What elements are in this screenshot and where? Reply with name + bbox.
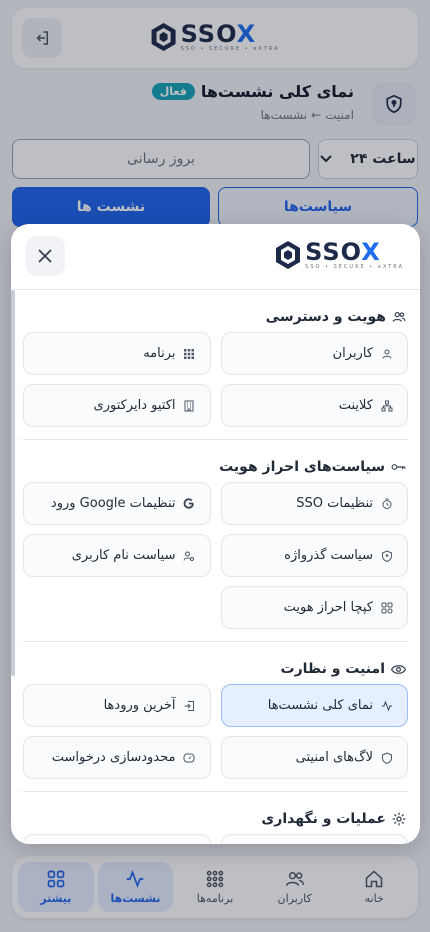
- section-auth-policies: سیاست‌های احراز هویت: [23, 452, 408, 482]
- menu-item-label: کاربران: [332, 346, 373, 361]
- eye-icon: [391, 663, 406, 676]
- sheet-brand-logo: SSOX SSO • SECURE • eXTRA: [275, 240, 404, 270]
- menu-item-label: تنظیمات Google ورود: [50, 496, 176, 511]
- scrollbar[interactable]: [11, 290, 15, 676]
- menu-item-label: آخرین ورودها: [103, 698, 176, 713]
- menu-item-partial[interactable]: [220, 834, 408, 844]
- menu-item-label: اکتیو دایرکتوری: [93, 398, 176, 413]
- sheet-header: SSOX SSO • SECURE • eXTRA: [11, 224, 420, 290]
- menu-item-users[interactable]: کاربران: [220, 332, 408, 375]
- shield-icon: [380, 751, 393, 764]
- close-button[interactable]: [25, 236, 65, 276]
- gear-icon: [392, 812, 406, 826]
- captcha-icon: [380, 601, 393, 614]
- menu-item-label: کپچا احراز هویت: [283, 600, 373, 615]
- section-identity-access: هویت و دسترسی: [23, 302, 408, 332]
- menu-item-sso-settings[interactable]: تنظیمات SSO: [220, 482, 408, 525]
- key-icon: [391, 460, 406, 474]
- menu-item-partial[interactable]: [23, 834, 211, 844]
- menu-item-label: نمای کلی نشست‌ها: [267, 698, 373, 713]
- user-icon: [380, 347, 393, 360]
- shield-icon: [380, 549, 393, 562]
- user-gear-icon: [183, 549, 196, 562]
- menu-item-label: لاگ‌های امنیتی: [295, 750, 373, 765]
- section-items: کاربران برنامه کلاینت اکتیو دایرکتوری: [23, 332, 408, 440]
- menu-item-captcha[interactable]: کپچا احراز هویت: [220, 586, 408, 629]
- sheet-brand-tagline: SSO • SECURE • eXTRA: [305, 264, 404, 270]
- section-items: نمای کلی نشست‌ها آخرین ورودها لاگ‌های ام…: [23, 684, 408, 792]
- menu-item-label: سیاست نام کاربری: [71, 548, 176, 563]
- menu-item-sessions-overview[interactable]: نمای کلی نشست‌ها: [220, 684, 408, 727]
- menu-item-label: کلاینت: [338, 398, 373, 413]
- gauge-icon: [183, 751, 196, 764]
- section-title-text: هویت و دسترسی: [265, 309, 386, 325]
- building-icon: [183, 399, 196, 412]
- section-title-text: سیاست‌های احراز هویت: [219, 459, 385, 475]
- activity-icon: [380, 699, 393, 712]
- menu-item-label: تنظیمات SSO: [296, 496, 373, 511]
- sheet-brand-name: SSO: [305, 238, 362, 266]
- menu-item-google-login[interactable]: تنظیمات Google ورود: [23, 482, 211, 525]
- more-menu-sheet: SSOX SSO • SECURE • eXTRA هویت و دسترسی …: [11, 224, 420, 844]
- menu-item-client[interactable]: کلاینت: [220, 384, 408, 427]
- network-icon: [380, 399, 393, 412]
- menu-item-active-directory[interactable]: اکتیو دایرکتوری: [23, 384, 211, 427]
- menu-item-rate-limiting[interactable]: محدودسازی درخواست: [23, 736, 211, 779]
- section-items: تنظیمات SSO تنظیمات Google ورود سیاست گذ…: [23, 482, 408, 642]
- menu-item-label: برنامه: [143, 346, 176, 361]
- section-operations-maintenance: عملیات و نگهداری: [23, 804, 408, 834]
- menu-item-app[interactable]: برنامه: [23, 332, 211, 375]
- menu-body: هویت و دسترسی کاربران برنامه کلاینت اکتی…: [23, 290, 408, 844]
- menu-item-password-policy[interactable]: سیاست گذرواژه: [220, 534, 408, 577]
- section-title-text: امنیت و نظارت: [280, 661, 385, 677]
- close-icon: [38, 249, 52, 263]
- users-icon: [392, 310, 406, 324]
- menu-item-security-logs[interactable]: لاگ‌های امنیتی: [220, 736, 408, 779]
- login-icon: [183, 699, 196, 712]
- menu-item-label: سیاست گذرواژه: [284, 548, 373, 563]
- hexagon-logo-icon: [275, 240, 301, 270]
- sheet-brand-name-x: X: [361, 238, 381, 266]
- menu-item-recent-logins[interactable]: آخرین ورودها: [23, 684, 211, 727]
- menu-item-username-policy[interactable]: سیاست نام کاربری: [23, 534, 211, 577]
- timer-icon: [380, 497, 393, 510]
- section-title-text: عملیات و نگهداری: [261, 811, 386, 827]
- menu-item-label: محدودسازی درخواست: [51, 750, 176, 765]
- google-icon: [183, 497, 196, 510]
- section-security-monitoring: امنیت و نظارت: [23, 654, 408, 684]
- section-items: [23, 834, 408, 844]
- apps-grid-icon: [183, 347, 196, 360]
